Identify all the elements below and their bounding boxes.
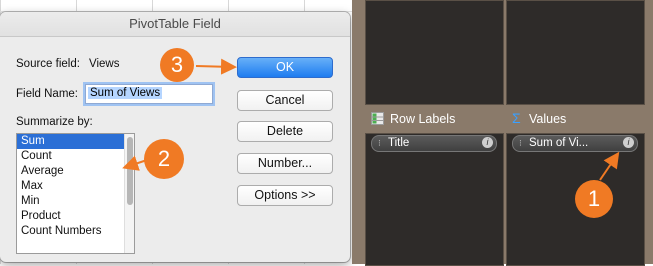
annotation-arrows	[122, 58, 620, 181]
arrow-to-ok	[195, 58, 237, 75]
callout-badge-3: 3	[160, 48, 194, 82]
callout-badge-2: 2	[144, 139, 184, 179]
arrow-to-info	[599, 151, 620, 181]
callout-badge-1: 1	[575, 180, 613, 218]
